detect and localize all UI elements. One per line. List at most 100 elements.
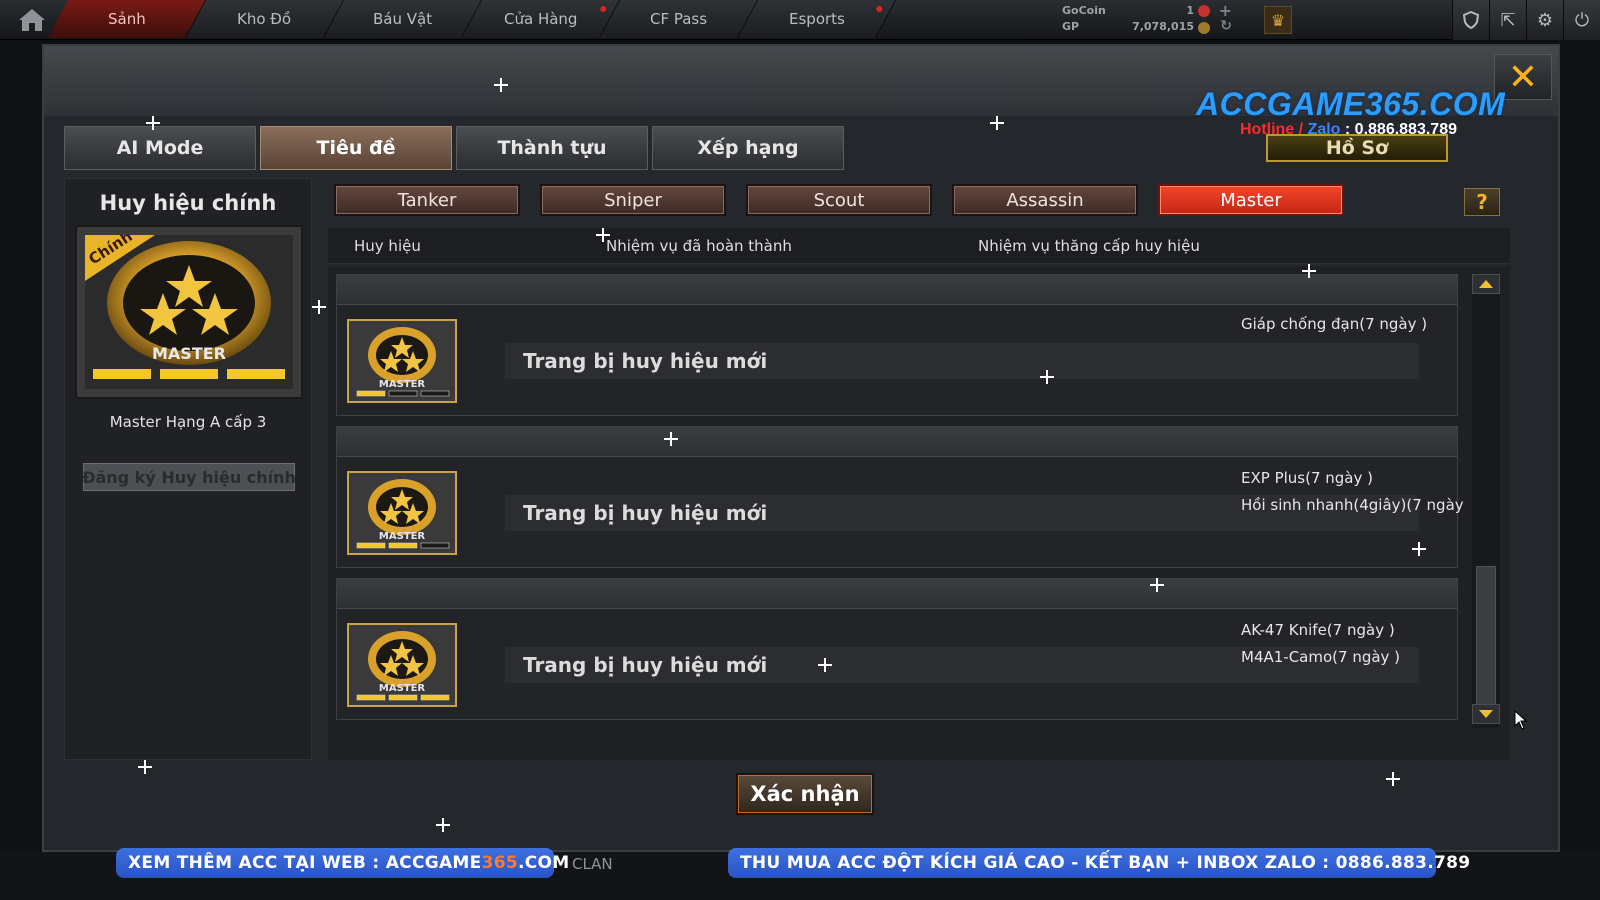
- nav-tab-cf-pass[interactable]: CF Pass: [599, 0, 759, 38]
- class-tab-sniper[interactable]: Sniper: [540, 184, 726, 216]
- mission-table-header: Huy hiệu Nhiệm vụ đã hoàn thành Nhiệm vụ…: [328, 228, 1510, 264]
- mission-badge: MASTER: [347, 471, 457, 555]
- mission-row-header: [337, 579, 1457, 609]
- primary-badge-title: Huy hiệu chính: [99, 191, 277, 215]
- mission-reward: M4A1-Camo(7 ngày ): [1241, 648, 1401, 666]
- watermark-title: ACCGAME365.COM: [1196, 86, 1506, 122]
- mission-row[interactable]: MASTER Trang bị huy hiệu mới EXP Plus(7 ng…: [336, 426, 1464, 568]
- gp-value: 7,078,015: [1132, 20, 1194, 33]
- gp-coin-icon: [1198, 22, 1210, 34]
- badge-level-segment: [388, 542, 418, 549]
- nav-tab-sanh[interactable]: Sảnh: [47, 0, 207, 38]
- master-badge-large-icon: Chính MASTER: [85, 227, 293, 389]
- badge-level-segment: [420, 694, 450, 701]
- buy-account-banner: THU MUA ACC ĐỘT KÍCH GIÁ CAO - KẾT BẠN +…: [728, 848, 1470, 878]
- mouse-cursor-icon: [1514, 710, 1528, 730]
- gear-icon[interactable]: ⚙: [1526, 0, 1563, 40]
- column-header-badge: Huy hiệu: [354, 237, 421, 255]
- class-tab-tanker[interactable]: Tanker: [334, 184, 520, 216]
- badge-level-segment: [420, 390, 450, 397]
- confirm-button[interactable]: Xác nhận: [736, 773, 874, 815]
- register-primary-badge-button[interactable]: Đăng ký Huy hiệu chính: [81, 461, 297, 493]
- nav-tab-label: Cửa Hàng: [503, 10, 578, 28]
- scroll-up-button[interactable]: [1472, 274, 1500, 294]
- badge-level-segment: [356, 390, 386, 397]
- website-banner-prefix: XEM THÊM ACC TẠI WEB : ACCGAME: [128, 853, 482, 873]
- gp-label: GP: [1062, 20, 1080, 33]
- column-header-upgrade: Nhiệm vụ thăng cấp huy hiệu: [978, 237, 1200, 255]
- mission-task-text: Trang bị huy hiệu mới: [523, 653, 768, 677]
- nav-tab-label: CF Pass: [649, 10, 708, 28]
- scroll-down-button[interactable]: [1472, 704, 1500, 724]
- top-nav-bar: Sảnh Kho Đồ Báu Vật Cửa Hàng CF Pass Esports …: [0, 0, 1600, 40]
- nav-tab-label: Kho Đồ: [237, 10, 292, 28]
- tab-tieu-de[interactable]: Tiêu đề: [260, 126, 452, 170]
- nav-tab-bau-vat[interactable]: Báu Vật: [323, 0, 483, 38]
- class-tab-master[interactable]: Master: [1158, 184, 1344, 216]
- tab-ai-mode[interactable]: AI Mode: [64, 126, 256, 170]
- main-nav-tabs: Sảnh Kho Đồ Báu Vật Cửa Hàng CF Pass Esports: [47, 0, 897, 38]
- class-tab-assassin[interactable]: Assassin: [952, 184, 1138, 216]
- badge-level-segment: [388, 390, 418, 397]
- svg-text:MASTER: MASTER: [379, 379, 426, 390]
- rank-emblem-icon[interactable]: ♛: [1264, 6, 1292, 34]
- shield-icon[interactable]: [1452, 0, 1489, 40]
- mission-row-header: [337, 275, 1457, 305]
- mission-reward: Giáp chống đạn(7 ngày ): [1241, 315, 1428, 333]
- primary-badge-rank: Master Hạng A cấp 3: [109, 413, 267, 431]
- mission-task-text: Trang bị huy hiệu mới: [523, 501, 768, 525]
- arrow-down-icon: [1479, 710, 1493, 718]
- gocoin-icon: [1198, 5, 1210, 17]
- tab-xep-hang[interactable]: Xếp hạng: [652, 126, 844, 170]
- system-buttons: ⇱ ⚙ ⏻: [1452, 0, 1600, 40]
- primary-badge-frame: Chính MASTER: [75, 225, 303, 399]
- mission-reward: Hồi sinh nhanh(4giây)(7 ngày: [1241, 496, 1464, 514]
- badge-level-segment: [356, 694, 386, 701]
- power-icon[interactable]: ⏻: [1563, 0, 1600, 40]
- nav-tab-cua-hang[interactable]: Cửa Hàng: [461, 0, 621, 38]
- scrollbar-thumb[interactable]: [1476, 566, 1496, 706]
- mission-row-header: [337, 427, 1457, 457]
- right-background: [1558, 40, 1600, 852]
- modal-main-tabs: AI Mode Tiêu đề Thành tựu Xếp hạng: [64, 126, 844, 170]
- svg-text:MASTER: MASTER: [379, 683, 426, 694]
- home-button[interactable]: [8, 4, 56, 36]
- nav-tab-kho-do[interactable]: Kho Đồ: [185, 0, 345, 38]
- home-icon: [19, 9, 45, 31]
- column-header-completed: Nhiệm vụ đã hoàn thành: [606, 237, 792, 255]
- class-tab-scout[interactable]: Scout: [746, 184, 932, 216]
- master-badge-icon: MASTER: [347, 471, 457, 555]
- exit-icon[interactable]: ⇱: [1489, 0, 1526, 40]
- left-background: [0, 40, 42, 852]
- website-banner-suffix: .COM: [517, 853, 570, 873]
- mission-task-text: Trang bị huy hiệu mới: [523, 349, 768, 373]
- master-badge-icon: MASTER: [347, 623, 457, 707]
- mission-row[interactable]: MASTER Trang bị huy hiệu mới AK-47 Knife(7…: [336, 578, 1458, 720]
- primary-badge-panel: Huy hiệu chính Chính MASTER Master Hạng …: [64, 178, 312, 760]
- badge-level-segment: [420, 542, 450, 549]
- mission-list[interactable]: MASTER Trang bị huy hiệu mới Giáp chống đạ…: [328, 266, 1510, 760]
- help-button[interactable]: ?: [1464, 188, 1500, 216]
- mission-reward: EXP Plus(7 ngày ): [1241, 469, 1373, 487]
- tab-thanh-tuu[interactable]: Thành tựu: [456, 126, 648, 170]
- close-icon: ✕: [1507, 56, 1539, 98]
- mission-row[interactable]: MASTER Trang bị huy hiệu mới Giáp chống đạ…: [336, 274, 1458, 416]
- arrow-up-icon: [1479, 280, 1493, 288]
- badge-level-segment: [356, 542, 386, 549]
- refresh-icon[interactable]: ↻: [1220, 18, 1232, 34]
- profile-button[interactable]: Hồ Sơ: [1266, 134, 1448, 162]
- nav-tab-esports[interactable]: Esports: [737, 0, 897, 38]
- website-banner: XEM THÊM ACC TẠI WEB : ACCGAME 365 .COM: [116, 848, 569, 878]
- badge-level-segment: [388, 694, 418, 701]
- badge-modal: ✕ ACCGAME365.COM Hotline / Zalo : 0.886.…: [42, 44, 1560, 852]
- gocoin-label: GoCoin: [1062, 4, 1106, 17]
- mission-badge: MASTER: [347, 623, 457, 707]
- nav-tab-label: Sảnh: [107, 10, 146, 28]
- svg-text:MASTER: MASTER: [379, 531, 426, 542]
- clan-label[interactable]: CLAN: [572, 855, 613, 873]
- notification-dot-icon: [876, 6, 883, 12]
- mission-reward: AK-47 Knife(7 ngày ): [1241, 621, 1395, 639]
- website-banner-highlight: 365: [481, 853, 518, 873]
- class-tabs: Tanker Sniper Scout Assassin Master: [334, 184, 1344, 216]
- badge-large-label: MASTER: [152, 344, 226, 363]
